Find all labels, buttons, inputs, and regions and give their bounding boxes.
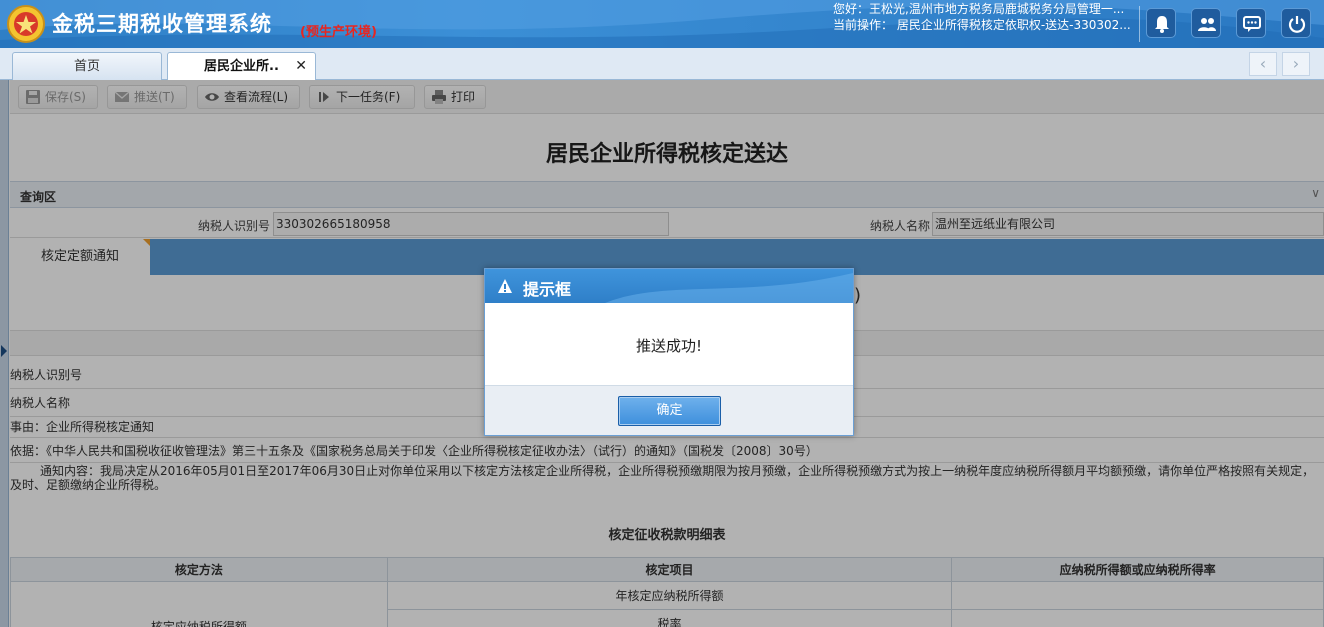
notification-button[interactable] xyxy=(1146,8,1176,38)
logout-button[interactable] xyxy=(1281,8,1311,38)
dialog-header: 提示框 xyxy=(485,269,853,303)
current-operation: 当前操作： 居民企业所得税核定依职权-送达-330302... xyxy=(833,18,1131,32)
dialog-title: 提示框 xyxy=(523,280,572,299)
chevron-right-icon[interactable]: › xyxy=(1282,52,1310,76)
dialog-footer: 确定 xyxy=(485,385,853,435)
tax-emblem-logo xyxy=(7,5,45,43)
environment-label: (预生产环境) xyxy=(300,25,377,40)
chat-icon xyxy=(1243,16,1261,32)
ok-button[interactable]: 确定 xyxy=(618,396,721,426)
chevron-left-icon[interactable]: ‹ xyxy=(1249,52,1277,76)
contacts-button[interactable] xyxy=(1191,8,1221,38)
tab-home[interactable]: 首页 xyxy=(12,52,162,80)
tab-resident-enterprise[interactable]: 居民企业所.. ✕ xyxy=(167,52,316,81)
power-icon xyxy=(1288,16,1306,33)
header-separator xyxy=(1139,6,1140,42)
bell-icon xyxy=(1155,16,1169,33)
dialog-message: 推送成功! xyxy=(635,337,702,355)
close-icon[interactable]: ✕ xyxy=(295,53,307,80)
messages-button[interactable] xyxy=(1236,8,1266,38)
users-icon xyxy=(1198,18,1216,31)
system-title: 金税三期税收管理系统 xyxy=(52,12,272,36)
user-info: 您好：王松光,温州市地方税务局鹿城税务分局管理一... 当前操作： 居民企业所得… xyxy=(833,1,1133,33)
app-header: 金税三期税收管理系统 (预生产环境) 您好：王松光,温州市地方税务局鹿城税务分局… xyxy=(0,0,1324,48)
user-greeting: 您好：王松光,温州市地方税务局鹿城税务分局管理一... xyxy=(833,2,1125,16)
tab-bar: 首页 居民企业所.. ✕ xyxy=(0,48,1324,81)
alert-icon xyxy=(498,279,512,293)
alert-dialog: 提示框 推送成功! 确定 xyxy=(484,268,854,436)
tab-label: 居民企业所.. xyxy=(204,59,279,74)
